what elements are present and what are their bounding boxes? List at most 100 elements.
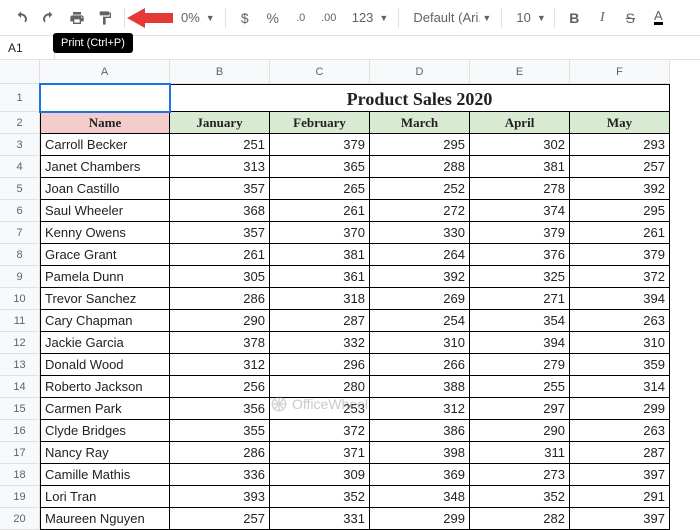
name-cell[interactable]: Saul Wheeler <box>40 200 170 222</box>
more-formats-button[interactable]: 123 ▼ <box>344 10 393 25</box>
name-cell[interactable]: Carmen Park <box>40 398 170 420</box>
row-header[interactable]: 18 <box>0 464 40 486</box>
name-cell[interactable]: Carroll Becker <box>40 134 170 156</box>
value-cell[interactable]: 388 <box>370 376 470 398</box>
value-cell[interactable]: 325 <box>470 266 570 288</box>
value-cell[interactable]: 295 <box>570 200 670 222</box>
value-cell[interactable]: 261 <box>270 200 370 222</box>
value-cell[interactable]: 392 <box>370 266 470 288</box>
value-cell[interactable]: 253 <box>270 398 370 420</box>
value-cell[interactable]: 272 <box>370 200 470 222</box>
value-cell[interactable]: 261 <box>570 222 670 244</box>
name-cell[interactable]: Pamela Dunn <box>40 266 170 288</box>
value-cell[interactable]: 291 <box>570 486 670 508</box>
value-cell[interactable]: 263 <box>570 310 670 332</box>
undo-button[interactable] <box>8 5 34 31</box>
italic-button[interactable]: I <box>589 5 615 31</box>
text-color-button[interactable]: A <box>645 5 671 31</box>
value-cell[interactable]: 318 <box>270 288 370 310</box>
value-cell[interactable]: 336 <box>170 464 270 486</box>
value-cell[interactable]: 398 <box>370 442 470 464</box>
value-cell[interactable]: 265 <box>270 178 370 200</box>
value-cell[interactable]: 386 <box>370 420 470 442</box>
paint-format-button[interactable] <box>92 5 118 31</box>
value-cell[interactable]: 359 <box>570 354 670 376</box>
name-cell[interactable]: Camille Mathis <box>40 464 170 486</box>
row-header[interactable]: 16 <box>0 420 40 442</box>
zoom-select[interactable]: 0% ▼ <box>173 10 219 25</box>
value-cell[interactable]: 392 <box>570 178 670 200</box>
value-cell[interactable]: 372 <box>270 420 370 442</box>
font-size-select[interactable]: 10 ▼ <box>508 10 548 25</box>
value-cell[interactable]: 331 <box>270 508 370 530</box>
row-header[interactable]: 2 <box>0 112 40 134</box>
value-cell[interactable]: 257 <box>570 156 670 178</box>
row-header[interactable]: 10 <box>0 288 40 310</box>
name-cell[interactable]: Nancy Ray <box>40 442 170 464</box>
name-cell[interactable]: Grace Grant <box>40 244 170 266</box>
value-cell[interactable]: 257 <box>170 508 270 530</box>
value-cell[interactable]: 293 <box>570 134 670 156</box>
currency-button[interactable]: $ <box>232 5 258 31</box>
name-cell[interactable]: Roberto Jackson <box>40 376 170 398</box>
value-cell[interactable]: 371 <box>270 442 370 464</box>
row-header[interactable]: 19 <box>0 486 40 508</box>
name-cell[interactable]: Kenny Owens <box>40 222 170 244</box>
value-cell[interactable]: 299 <box>570 398 670 420</box>
value-cell[interactable]: 397 <box>570 464 670 486</box>
name-cell[interactable]: Donald Wood <box>40 354 170 376</box>
value-cell[interactable]: 287 <box>270 310 370 332</box>
value-cell[interactable]: 279 <box>470 354 570 376</box>
value-cell[interactable]: 332 <box>270 332 370 354</box>
row-header[interactable]: 14 <box>0 376 40 398</box>
col-header-A[interactable]: A <box>40 60 170 84</box>
value-cell[interactable]: 286 <box>170 288 270 310</box>
value-cell[interactable]: 251 <box>170 134 270 156</box>
header-name[interactable]: Name <box>40 112 170 134</box>
value-cell[interactable]: 379 <box>470 222 570 244</box>
value-cell[interactable]: 255 <box>470 376 570 398</box>
value-cell[interactable]: 381 <box>470 156 570 178</box>
row-header[interactable]: 13 <box>0 354 40 376</box>
row-header[interactable]: 15 <box>0 398 40 420</box>
value-cell[interactable]: 374 <box>470 200 570 222</box>
value-cell[interactable]: 305 <box>170 266 270 288</box>
value-cell[interactable]: 261 <box>170 244 270 266</box>
name-cell[interactable]: Clyde Bridges <box>40 420 170 442</box>
row-header[interactable]: 4 <box>0 156 40 178</box>
value-cell[interactable]: 357 <box>170 222 270 244</box>
header-month[interactable]: February <box>270 112 370 134</box>
value-cell[interactable]: 273 <box>470 464 570 486</box>
value-cell[interactable]: 368 <box>170 200 270 222</box>
value-cell[interactable]: 254 <box>370 310 470 332</box>
value-cell[interactable]: 299 <box>370 508 470 530</box>
increase-decimal-button[interactable]: .00 <box>316 5 342 31</box>
cell-A1[interactable] <box>40 84 170 112</box>
row-header[interactable]: 7 <box>0 222 40 244</box>
value-cell[interactable]: 379 <box>570 244 670 266</box>
value-cell[interactable]: 379 <box>270 134 370 156</box>
value-cell[interactable]: 313 <box>170 156 270 178</box>
value-cell[interactable]: 370 <box>270 222 370 244</box>
value-cell[interactable]: 314 <box>570 376 670 398</box>
name-cell[interactable]: Joan Castillo <box>40 178 170 200</box>
title-cell[interactable]: Product Sales 2020 <box>170 84 670 112</box>
redo-button[interactable] <box>36 5 62 31</box>
value-cell[interactable]: 394 <box>570 288 670 310</box>
value-cell[interactable]: 352 <box>470 486 570 508</box>
value-cell[interactable]: 365 <box>270 156 370 178</box>
row-header[interactable]: 8 <box>0 244 40 266</box>
value-cell[interactable]: 381 <box>270 244 370 266</box>
header-month[interactable]: April <box>470 112 570 134</box>
value-cell[interactable]: 271 <box>470 288 570 310</box>
row-header[interactable]: 11 <box>0 310 40 332</box>
value-cell[interactable]: 287 <box>570 442 670 464</box>
value-cell[interactable]: 252 <box>370 178 470 200</box>
value-cell[interactable]: 361 <box>270 266 370 288</box>
value-cell[interactable]: 397 <box>570 508 670 530</box>
name-cell[interactable]: Jackie Garcia <box>40 332 170 354</box>
value-cell[interactable]: 376 <box>470 244 570 266</box>
value-cell[interactable]: 312 <box>170 354 270 376</box>
name-cell[interactable]: Trevor Sanchez <box>40 288 170 310</box>
value-cell[interactable]: 310 <box>370 332 470 354</box>
